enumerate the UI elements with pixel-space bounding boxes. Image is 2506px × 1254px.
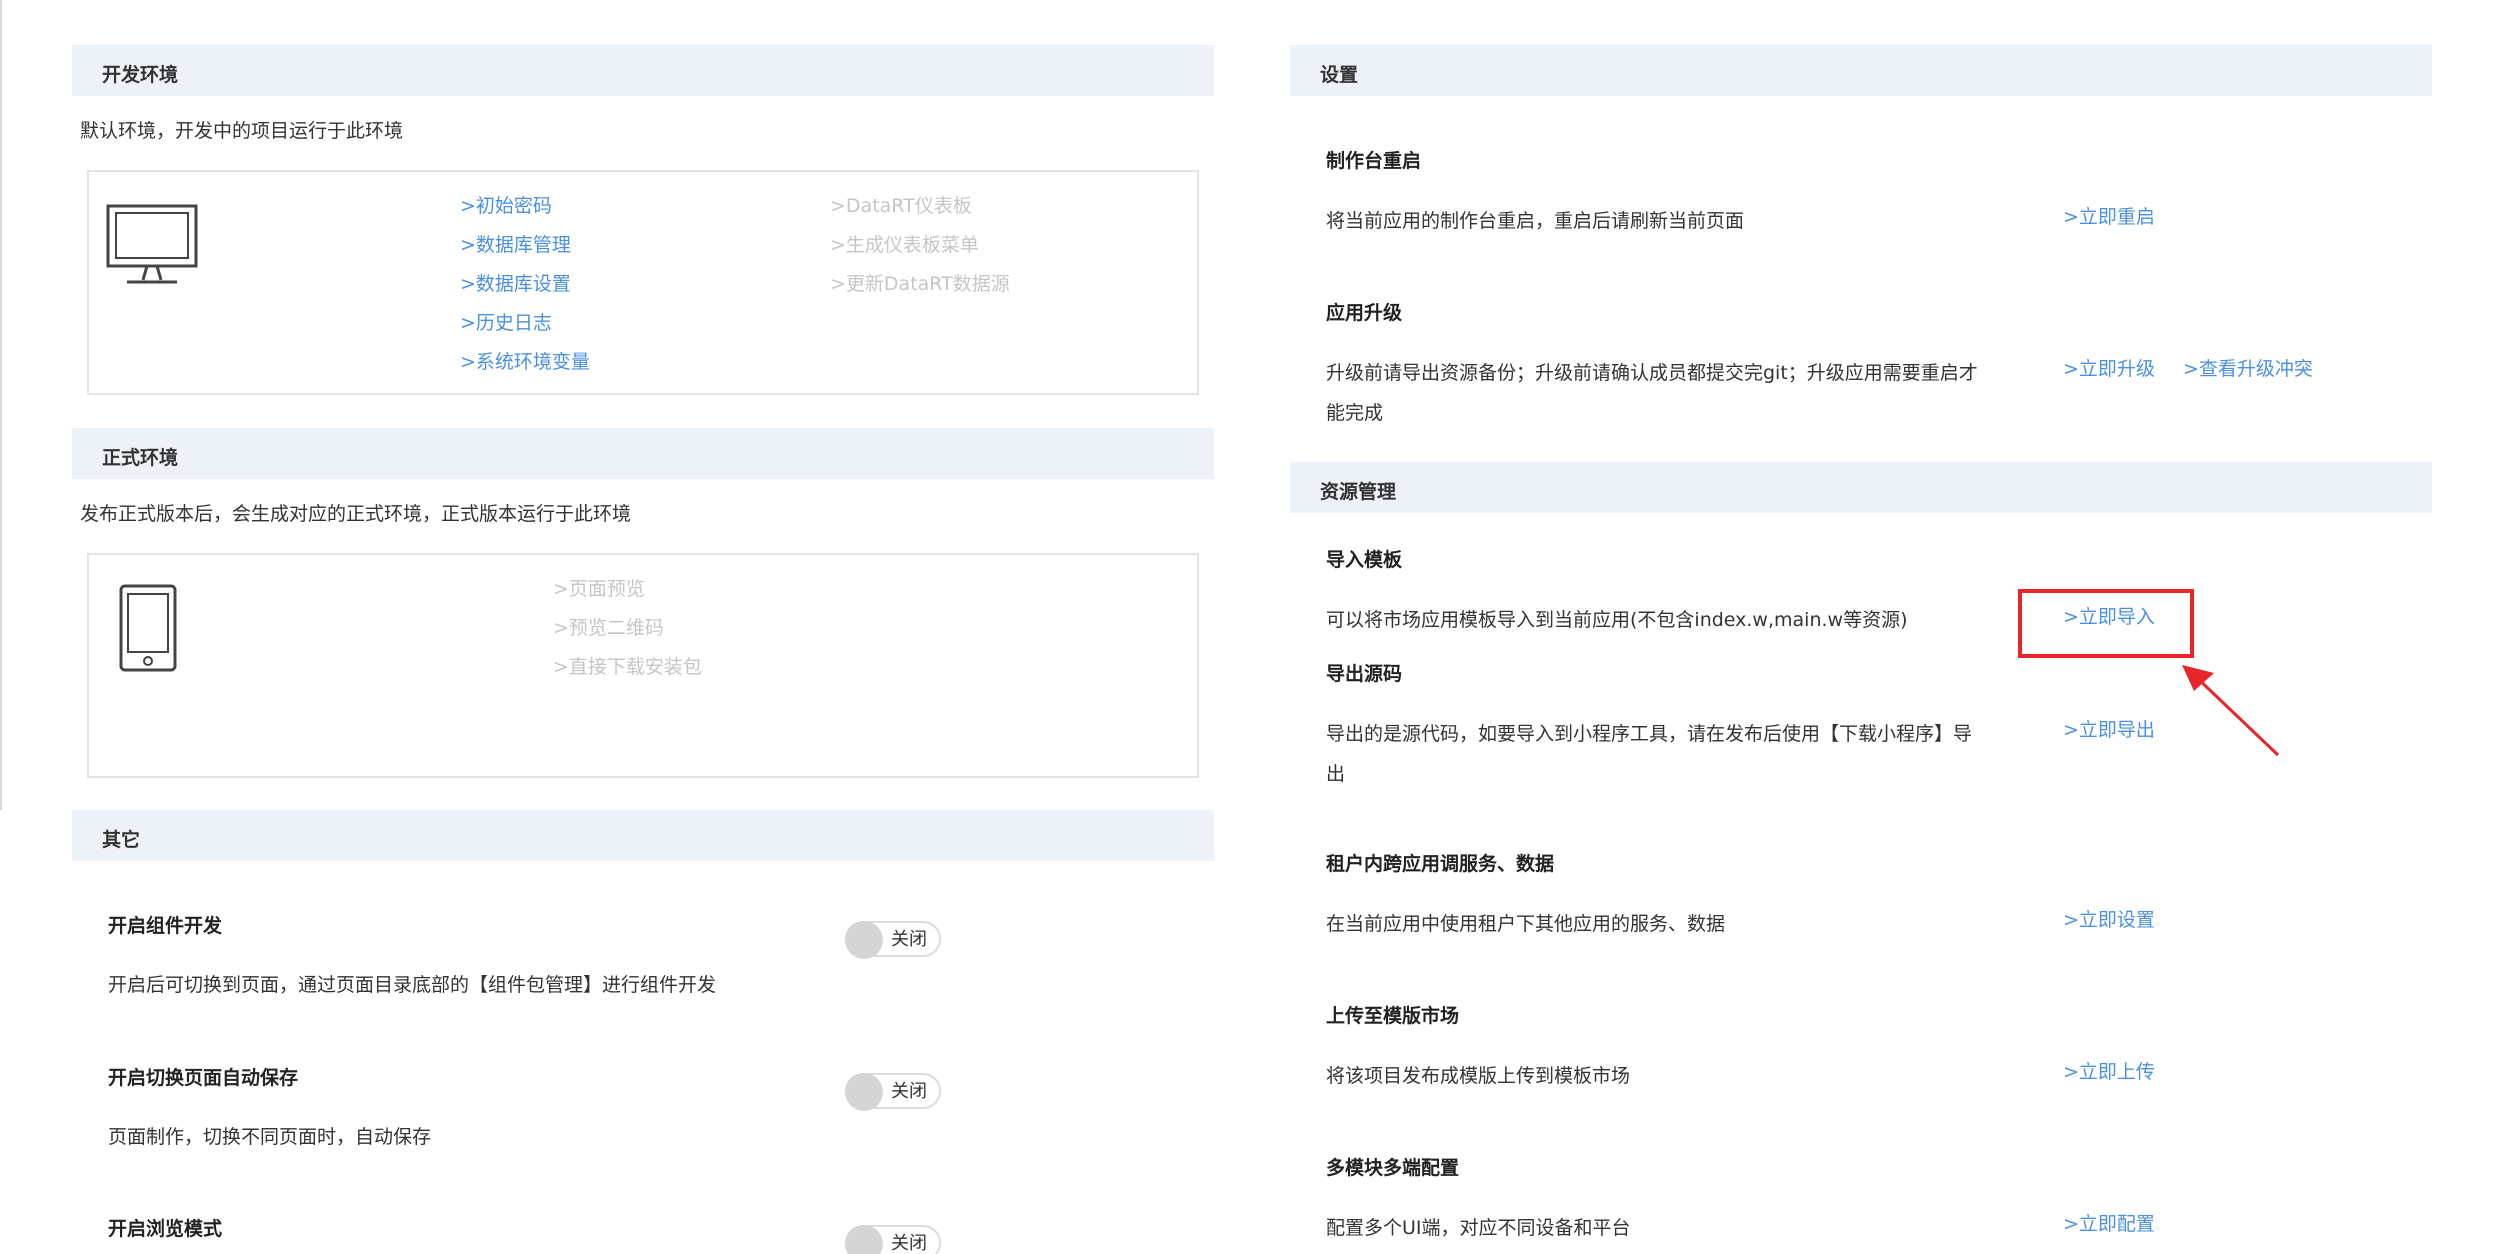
prod-env-title: 正式环境 <box>102 447 179 469</box>
settings-header: 设置 <box>1290 45 2432 96</box>
link-generate-dashboard-menu: >生成仪表板菜单 <box>830 234 979 256</box>
restart-desc: 将当前应用的制作台重启，重启后请刷新当前页面 <box>1326 210 1745 232</box>
toggle-label: 关闭 <box>891 1233 927 1254</box>
multi-module-desc: 配置多个UI端，对应不同设备和平台 <box>1326 1217 1631 1239</box>
settings-title: 设置 <box>1320 64 1359 86</box>
prod-env-desc: 发布正式版本后，会生成对应的正式环境，正式版本运行于此环境 <box>80 503 632 525</box>
export-now-link[interactable]: >立即导出 <box>2063 718 2155 742</box>
link-database-settings[interactable]: >数据库设置 <box>460 272 571 296</box>
auto-save-toggle[interactable]: 关闭 <box>845 1073 941 1111</box>
auto-save-desc: 页面制作，切换不同页面时，自动保存 <box>108 1126 432 1148</box>
multi-module-title: 多模块多端配置 <box>1326 1157 1460 1179</box>
dev-env-header: 开发环境 <box>72 45 1214 96</box>
link-preview-qrcode: >预览二维码 <box>553 617 664 639</box>
toggle-knob <box>845 1225 883 1254</box>
import-template-title: 导入模板 <box>1326 549 1403 571</box>
upgrade-desc-line1: 升级前请导出资源备份；升级前请确认成员都提交完git；升级应用需要重启才 <box>1326 362 1978 384</box>
export-source-desc-line1: 导出的是源代码，如要导入到小程序工具，请在发布后使用【下载小程序】导 <box>1326 723 1973 745</box>
left-border-line <box>0 0 2 810</box>
resources-title: 资源管理 <box>1320 481 1397 503</box>
auto-save-title: 开启切换页面自动保存 <box>108 1067 299 1089</box>
import-now-highlight <box>2018 589 2194 658</box>
dev-env-title: 开发环境 <box>102 64 179 86</box>
other-title: 其它 <box>102 829 141 851</box>
other-header: 其它 <box>72 810 1214 861</box>
link-datart-dashboard: >DataRT仪表板 <box>830 195 972 217</box>
component-dev-title: 开启组件开发 <box>108 915 223 937</box>
upgrade-now-link[interactable]: >立即升级 <box>2063 357 2155 381</box>
link-download-package: >直接下载安装包 <box>553 656 702 678</box>
restart-now-link[interactable]: >立即重启 <box>2063 205 2155 229</box>
browse-mode-toggle[interactable]: 关闭 <box>845 1225 941 1254</box>
upgrade-desc-line2: 能完成 <box>1326 402 1384 424</box>
import-template-desc: 可以将市场应用模板导入到当前应用(不包含index.w,main.w等资源) <box>1326 609 1908 631</box>
link-initial-password[interactable]: >初始密码 <box>460 194 552 218</box>
set-now-link[interactable]: >立即设置 <box>2063 908 2155 932</box>
toggle-knob <box>845 1073 883 1111</box>
browse-mode-title: 开启浏览模式 <box>108 1218 223 1240</box>
red-arrow-annotation <box>2182 665 2280 757</box>
export-source-title: 导出源码 <box>1326 663 1403 685</box>
link-page-preview: >页面预览 <box>553 578 645 600</box>
cross-app-title: 租户内跨应用调服务、数据 <box>1326 853 1555 875</box>
configure-now-link[interactable]: >立即配置 <box>2063 1212 2155 1236</box>
view-upgrade-conflicts-link[interactable]: >查看升级冲突 <box>2183 357 2313 381</box>
upload-market-title: 上传至模版市场 <box>1326 1005 1460 1027</box>
resources-header: 资源管理 <box>1290 462 2432 513</box>
link-update-datart-source: >更新DataRT数据源 <box>830 273 1010 295</box>
toggle-knob <box>845 921 883 959</box>
upgrade-title: 应用升级 <box>1326 302 1403 324</box>
monitor-icon <box>106 204 198 284</box>
dev-env-desc: 默认环境，开发中的项目运行于此环境 <box>80 120 404 142</box>
prod-env-header: 正式环境 <box>72 428 1214 479</box>
tablet-icon <box>119 584 177 672</box>
upload-market-desc: 将该项目发布成模版上传到模板市场 <box>1326 1065 1631 1087</box>
link-database-manage[interactable]: >数据库管理 <box>460 233 571 257</box>
link-history-log[interactable]: >历史日志 <box>460 311 552 335</box>
component-dev-toggle[interactable]: 关闭 <box>845 921 941 959</box>
dev-env-box: >初始密码 >数据库管理 >数据库设置 >历史日志 >系统环境变量 >DataR… <box>87 170 1199 395</box>
upload-now-link[interactable]: >立即上传 <box>2063 1060 2155 1084</box>
link-system-env-vars[interactable]: >系统环境变量 <box>460 350 590 374</box>
cross-app-desc: 在当前应用中使用租户下其他应用的服务、数据 <box>1326 913 1726 935</box>
toggle-label: 关闭 <box>891 929 927 950</box>
restart-title: 制作台重启 <box>1326 150 1422 172</box>
export-source-desc-line2: 出 <box>1326 763 1346 785</box>
toggle-label: 关闭 <box>891 1081 927 1102</box>
prod-env-box: >页面预览 >预览二维码 >直接下载安装包 <box>87 553 1199 778</box>
component-dev-desc: 开启后可切换到页面，通过页面目录底部的【组件包管理】进行组件开发 <box>108 974 717 996</box>
